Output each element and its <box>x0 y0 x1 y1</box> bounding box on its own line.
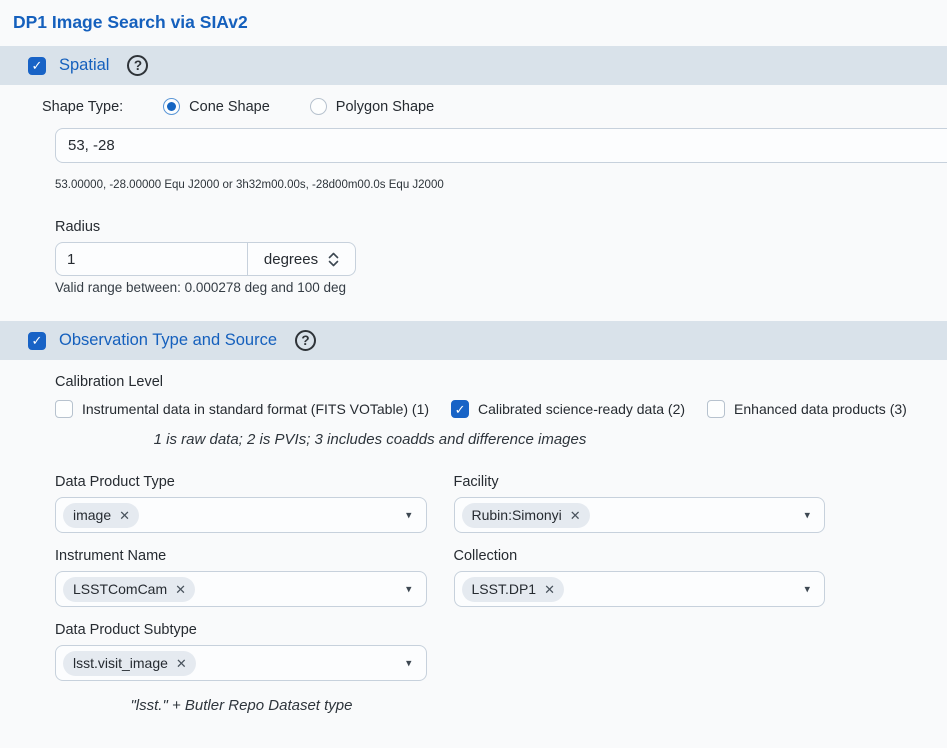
spatial-section-header: ✓ Spatial ? <box>0 46 947 85</box>
checkbox-enhanced-data[interactable]: Enhanced data products (3) <box>707 400 907 418</box>
data-product-subtype-note: "lsst." + Butler Repo Dataset type <box>55 697 428 714</box>
radio-polygon-shape-label: Polygon Shape <box>336 99 434 115</box>
chip-close-icon[interactable]: ✕ <box>570 509 581 522</box>
position-coordinates-input[interactable] <box>55 128 947 163</box>
collection-dropdown[interactable]: LSST.DP1 ✕ ▾ <box>454 571 826 607</box>
checkbox-calibrated-data[interactable]: ✓ Calibrated science-ready data (2) <box>451 400 685 418</box>
calibration-level-note: 1 is raw data; 2 is PVIs; 3 includes coa… <box>55 431 685 448</box>
radio-polygon-shape[interactable]: Polygon Shape <box>310 98 434 115</box>
radio-cone-shape-label: Cone Shape <box>189 99 270 115</box>
observation-section-checkbox[interactable]: ✓ <box>28 332 46 350</box>
spatial-section-checkbox[interactable]: ✓ <box>28 57 46 75</box>
check-icon: ✓ <box>455 403 466 416</box>
radius-unit-value: degrees <box>264 251 318 268</box>
radius-value-input[interactable] <box>56 243 247 275</box>
calibration-level-row: Instrumental data in standard format (FI… <box>55 400 947 418</box>
checkbox-enhanced-data-label: Enhanced data products (3) <box>734 401 907 417</box>
collection-chip: LSST.DP1 ✕ <box>462 577 565 602</box>
stepper-icon <box>328 252 339 267</box>
chevron-down-icon: ▾ <box>804 509 810 522</box>
data-product-type-dropdown[interactable]: image ✕ ▾ <box>55 497 427 533</box>
chevron-down-icon: ▾ <box>406 509 412 522</box>
radius-unit-select[interactable]: degrees <box>247 243 355 275</box>
data-product-type-chip: image ✕ <box>63 503 139 528</box>
chip-close-icon[interactable]: ✕ <box>119 509 130 522</box>
data-product-type-label: Data Product Type <box>55 474 427 490</box>
checkbox-instrumental-data-label: Instrumental data in standard format (FI… <box>82 401 429 417</box>
page-title: DP1 Image Search via SIAv2 <box>13 12 947 33</box>
facility-chip: Rubin:Simonyi ✕ <box>462 503 590 528</box>
observation-section-header: ✓ Observation Type and Source ? <box>0 321 947 360</box>
check-icon: ✓ <box>32 334 43 347</box>
shape-type-row: Shape Type: Cone Shape Polygon Shape <box>42 98 947 115</box>
spatial-help-icon[interactable]: ? <box>127 55 148 76</box>
chip-close-icon[interactable]: ✕ <box>176 657 187 670</box>
data-product-subtype-chip: lsst.visit_image ✕ <box>63 651 196 676</box>
checkbox-calibrated-data-label: Calibrated science-ready data (2) <box>478 401 685 417</box>
spatial-section-title[interactable]: Spatial <box>59 56 109 75</box>
radius-label: Radius <box>55 219 947 235</box>
instrument-name-dropdown[interactable]: LSSTComCam ✕ ▾ <box>55 571 427 607</box>
chevron-down-icon: ▾ <box>406 583 412 596</box>
observation-form-grid: Data Product Type image ✕ ▾ Facility Rub… <box>55 448 825 681</box>
observation-section-title[interactable]: Observation Type and Source <box>59 331 277 350</box>
checkbox-instrumental-data-control[interactable] <box>55 400 73 418</box>
chevron-down-icon: ▾ <box>804 583 810 596</box>
data-product-subtype-dropdown[interactable]: lsst.visit_image ✕ ▾ <box>55 645 427 681</box>
shape-type-label: Shape Type: <box>42 99 123 115</box>
checkbox-instrumental-data[interactable]: Instrumental data in standard format (FI… <box>55 400 429 418</box>
chevron-down-icon: ▾ <box>406 657 412 670</box>
radio-polygon-shape-control[interactable] <box>310 98 327 115</box>
radius-valid-range-hint: Valid range between: 0.000278 deg and 10… <box>55 280 947 295</box>
checkbox-calibrated-data-control[interactable]: ✓ <box>451 400 469 418</box>
facility-dropdown[interactable]: Rubin:Simonyi ✕ ▾ <box>454 497 826 533</box>
chip-close-icon[interactable]: ✕ <box>175 583 186 596</box>
instrument-name-chip: LSSTComCam ✕ <box>63 577 195 602</box>
radio-cone-shape-control[interactable] <box>163 98 180 115</box>
chip-close-icon[interactable]: ✕ <box>544 583 555 596</box>
observation-help-icon[interactable]: ? <box>295 330 316 351</box>
data-product-subtype-label: Data Product Subtype <box>55 622 427 638</box>
position-format-hint: 53.00000, -28.00000 Equ J2000 or 3h32m00… <box>55 179 947 191</box>
radius-input-group: degrees <box>55 242 356 276</box>
facility-label: Facility <box>454 474 826 490</box>
checkbox-enhanced-data-control[interactable] <box>707 400 725 418</box>
collection-label: Collection <box>454 548 826 564</box>
instrument-name-label: Instrument Name <box>55 548 427 564</box>
check-icon: ✓ <box>32 59 43 72</box>
radio-cone-shape[interactable]: Cone Shape <box>163 98 270 115</box>
calibration-level-label: Calibration Level <box>55 374 947 390</box>
